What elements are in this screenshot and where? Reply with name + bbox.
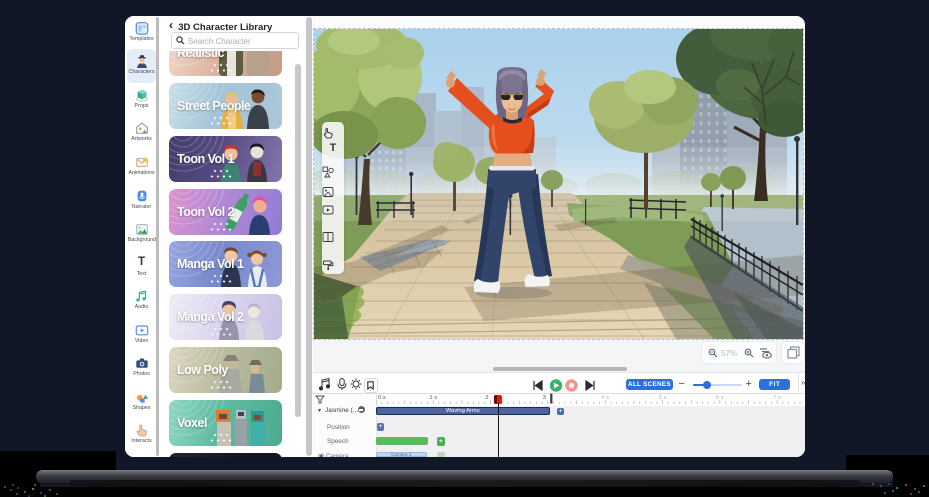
svg-text:0 s: 0 s bbox=[378, 395, 386, 401]
svg-text:2: 2 bbox=[485, 395, 488, 401]
svg-text:6 s: 6 s bbox=[716, 395, 724, 401]
svg-text:7 s: 7 s bbox=[773, 395, 781, 401]
svg-text:1 s: 1 s bbox=[429, 395, 437, 401]
svg-text:3: 3 bbox=[543, 395, 546, 401]
svg-text:4 s: 4 s bbox=[601, 395, 609, 401]
svg-text:5 s: 5 s bbox=[659, 395, 667, 401]
